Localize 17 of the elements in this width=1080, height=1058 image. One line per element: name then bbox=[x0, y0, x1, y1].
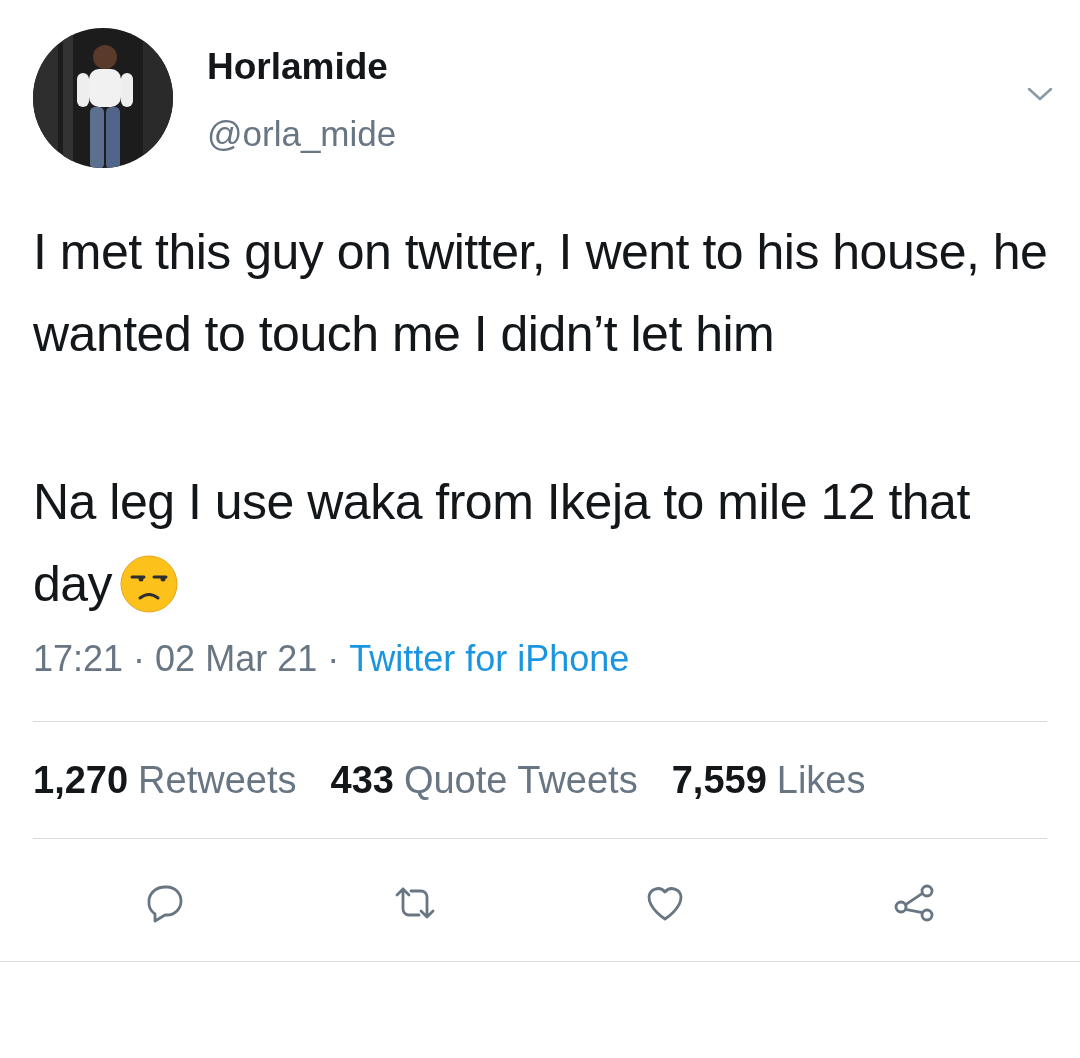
tweet-date: 02 Mar 21 bbox=[155, 637, 318, 681]
stat-label[interactable]: Likes bbox=[776, 751, 866, 809]
chevron-down-icon[interactable] bbox=[1026, 85, 1054, 103]
tweet-text: I met this guy on twitter, I went to his house, he wanted to touch me I didn’t let him bbox=[33, 223, 1049, 364]
author-handle[interactable]: @orla_mide bbox=[207, 113, 397, 155]
source-link[interactable]: Twitter for iPhone bbox=[349, 637, 630, 681]
unamused-face-icon bbox=[120, 554, 179, 613]
author-name[interactable]: Horlamide bbox=[207, 45, 388, 89]
separator-dot: · bbox=[327, 637, 340, 681]
stat-label[interactable]: Quote Tweets bbox=[403, 751, 638, 809]
separator-dot: · bbox=[133, 637, 146, 681]
stat-label[interactable]: Retweets bbox=[138, 751, 297, 809]
stat-count: 433 bbox=[330, 757, 394, 803]
tweet-text: Na leg I use waka from Ikeja to mile 12 that day bbox=[33, 473, 971, 615]
stat-count: 1,270 bbox=[33, 757, 129, 803]
stat-count: 7,559 bbox=[671, 757, 767, 803]
tweet-time: 17:21 bbox=[33, 637, 124, 681]
